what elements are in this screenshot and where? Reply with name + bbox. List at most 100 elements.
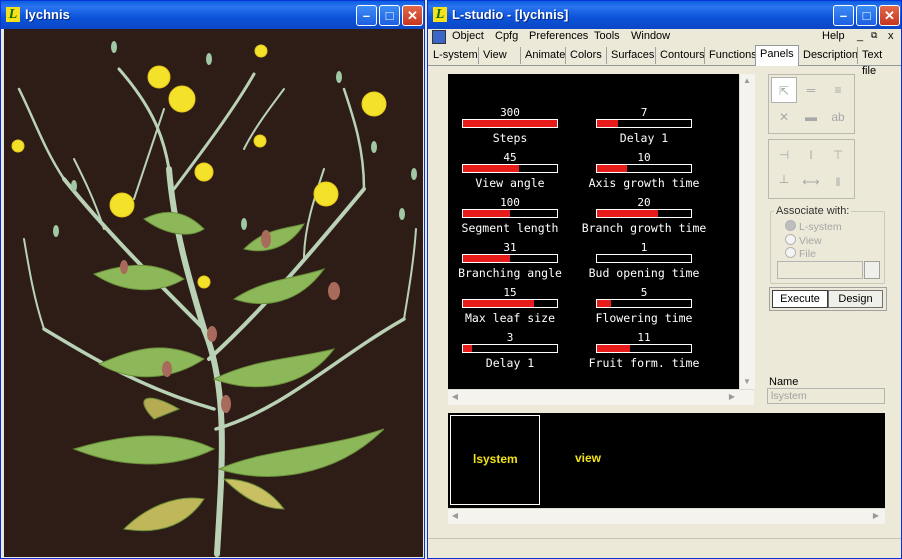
radio-lsystem-label: L-system bbox=[799, 221, 842, 233]
slider-value: 15 bbox=[503, 286, 517, 299]
spread-h-icon[interactable]: ⟷ bbox=[798, 169, 824, 195]
scroll-down-icon[interactable]: ▼ bbox=[740, 375, 754, 389]
slider-fill bbox=[597, 120, 618, 127]
tab-animate[interactable]: Animate bbox=[520, 47, 569, 64]
slider-track[interactable] bbox=[596, 299, 692, 308]
slider-value: 5 bbox=[640, 286, 648, 299]
browse-button[interactable] bbox=[864, 261, 880, 279]
align-right-icon[interactable]: ⊤ bbox=[825, 142, 851, 168]
menu-tools[interactable]: Tools bbox=[594, 30, 620, 42]
slider-track[interactable] bbox=[596, 119, 692, 128]
slider-value: 11 bbox=[637, 331, 651, 344]
slider-label: Branch growth time bbox=[581, 221, 707, 235]
slider-label: Bud opening time bbox=[588, 266, 700, 280]
slider-fill bbox=[463, 210, 510, 217]
slider-value: 20 bbox=[637, 196, 651, 209]
item-view[interactable]: view bbox=[544, 415, 634, 505]
menu-help[interactable]: Help bbox=[822, 30, 845, 42]
slider-track[interactable] bbox=[462, 119, 558, 128]
slider-track[interactable] bbox=[596, 209, 692, 218]
associate-label: Associate with: bbox=[774, 205, 852, 217]
mdi-minimize-button[interactable]: _ bbox=[857, 30, 863, 42]
maximize-button[interactable]: □ bbox=[379, 5, 400, 26]
menu-cpfg[interactable]: Cpfg bbox=[495, 30, 518, 42]
minimize-button[interactable]: – bbox=[356, 5, 377, 26]
lychnis-titlebar[interactable]: L lychnis – □ ✕ bbox=[1, 1, 424, 29]
tab-description[interactable]: Description bbox=[798, 47, 862, 64]
mdi-close-button[interactable]: x bbox=[888, 30, 894, 42]
slider-fill bbox=[463, 165, 520, 172]
window-title: L-studio - [lychnis] bbox=[452, 7, 569, 22]
file-path-field[interactable] bbox=[777, 261, 863, 279]
scroll-right-icon[interactable]: ▶ bbox=[725, 390, 739, 404]
radio-lsystem[interactable]: L-system bbox=[785, 220, 842, 233]
slider-track[interactable] bbox=[596, 254, 692, 263]
panel-align-tools: ⊣ I ⊤ ┴ ⟷ ‖ bbox=[768, 139, 855, 199]
maximize-button[interactable]: □ bbox=[856, 5, 877, 26]
slider-track[interactable] bbox=[462, 164, 558, 173]
tab-functions[interactable]: Functions bbox=[704, 47, 761, 64]
items-horizontal-scrollbar[interactable]: ◀ ▶ bbox=[448, 508, 885, 524]
delete-icon[interactable]: ✕ bbox=[771, 104, 797, 130]
lstudio-logo-icon: L bbox=[433, 7, 447, 22]
status-bar bbox=[428, 538, 901, 558]
tab-textfile[interactable]: Text file bbox=[857, 47, 901, 77]
menu-icon[interactable]: ≡ bbox=[825, 77, 851, 103]
radio-view[interactable]: View bbox=[785, 234, 822, 247]
slider-fill bbox=[597, 165, 628, 172]
menu-object[interactable]: Object bbox=[452, 30, 484, 42]
minimize-button[interactable]: – bbox=[833, 5, 854, 26]
slider-track[interactable] bbox=[596, 344, 692, 353]
mdi-restore-button[interactable]: ⧉ bbox=[871, 30, 877, 41]
name-field[interactable]: lsystem bbox=[767, 388, 885, 404]
tab-contours[interactable]: Contours bbox=[655, 47, 709, 64]
tab-lsystem[interactable]: L-system bbox=[429, 47, 482, 64]
slider-track[interactable] bbox=[462, 209, 558, 218]
execute-button[interactable]: Execute bbox=[772, 290, 828, 308]
spread-v-icon[interactable]: ‖ bbox=[825, 169, 851, 195]
design-button[interactable]: Design bbox=[828, 290, 883, 308]
panel-vertical-scrollbar[interactable]: ▲ ▼ bbox=[739, 74, 755, 389]
item-lsystem[interactable]: lsystem bbox=[450, 415, 540, 505]
align-left-icon[interactable]: ⊣ bbox=[771, 142, 797, 168]
tab-surfaces[interactable]: Surfaces bbox=[606, 47, 658, 64]
slider-track[interactable] bbox=[462, 254, 558, 263]
lstudio-titlebar[interactable]: L L-studio - [lychnis] – □ ✕ bbox=[428, 1, 901, 29]
document-icon[interactable] bbox=[432, 30, 446, 44]
label-icon[interactable]: ab bbox=[825, 104, 851, 130]
close-button[interactable]: ✕ bbox=[402, 5, 423, 26]
slider-track[interactable] bbox=[596, 164, 692, 173]
panel-horizontal-scrollbar[interactable]: ◀ ▶ bbox=[448, 389, 754, 405]
button-icon[interactable]: ▬ bbox=[798, 104, 824, 130]
slider-fill bbox=[463, 345, 473, 352]
slider-icon[interactable]: ═ bbox=[798, 77, 824, 103]
pointer-icon[interactable]: ⇱ bbox=[771, 77, 797, 103]
radio-file[interactable]: File bbox=[785, 247, 816, 260]
slider-fill bbox=[463, 120, 557, 127]
close-button[interactable]: ✕ bbox=[879, 5, 900, 26]
scroll-right-icon[interactable]: ▶ bbox=[869, 509, 883, 523]
align-center-icon[interactable]: I bbox=[798, 142, 824, 168]
plant-viewport[interactable] bbox=[4, 29, 423, 557]
slider-value: 45 bbox=[503, 151, 517, 164]
scroll-left-icon[interactable]: ◀ bbox=[448, 509, 462, 523]
slider-fill bbox=[597, 210, 659, 217]
scroll-left-icon[interactable]: ◀ bbox=[448, 390, 462, 404]
tab-colors[interactable]: Colors bbox=[565, 47, 606, 64]
slider-fill bbox=[463, 255, 510, 262]
scroll-up-icon[interactable]: ▲ bbox=[740, 74, 754, 88]
item-lsystem-label: lsystem bbox=[473, 452, 518, 466]
menu-preferences[interactable]: Preferences bbox=[529, 30, 588, 42]
align-bottom-icon[interactable]: ┴ bbox=[771, 169, 797, 195]
panel-items-pane[interactable]: lsystem view bbox=[448, 413, 885, 508]
name-label: Name bbox=[769, 376, 799, 388]
menu-window[interactable]: Window bbox=[631, 30, 670, 42]
panel-editor[interactable]: 300 Steps 7 Delay 1 45 View angle 10 Axis growt… bbox=[448, 74, 739, 389]
slider-track[interactable] bbox=[462, 344, 558, 353]
slider-value: 3 bbox=[506, 331, 514, 344]
tab-view[interactable]: View bbox=[478, 47, 511, 64]
menu-bar: Object Cpfg Preferences Tools Window Hel… bbox=[428, 27, 901, 47]
slider-track[interactable] bbox=[462, 299, 558, 308]
slider-value: 100 bbox=[500, 196, 520, 209]
tab-panels[interactable]: Panels bbox=[755, 45, 799, 66]
